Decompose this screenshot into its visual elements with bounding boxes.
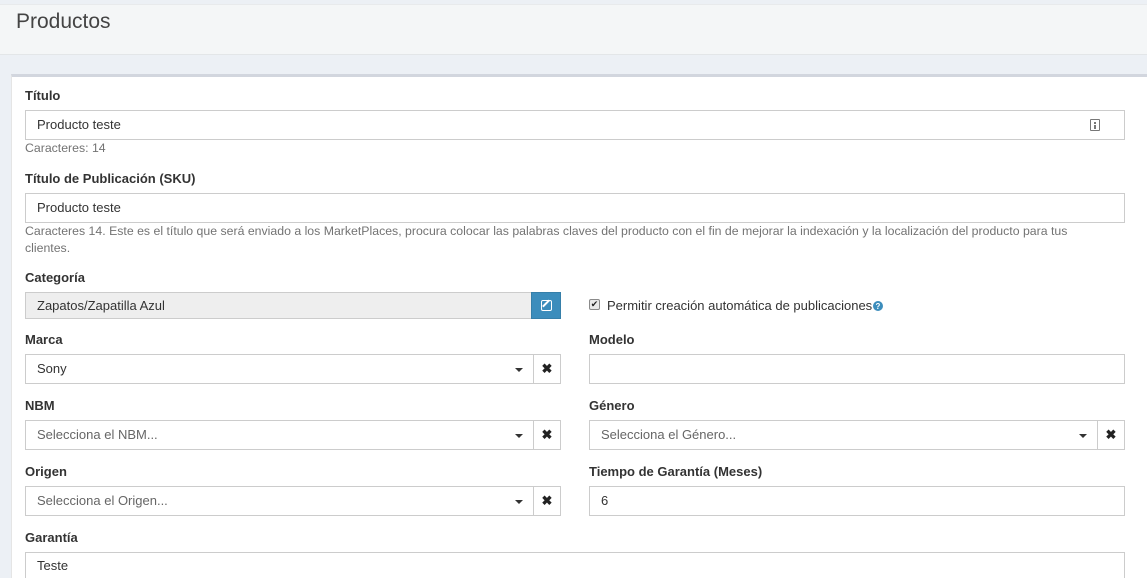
tiempo-garantia-value: 6	[601, 493, 609, 508]
close-icon: ✖	[541, 493, 553, 508]
field-info-icon[interactable]	[1090, 119, 1100, 131]
origen-clear-button[interactable]: ✖	[533, 486, 561, 516]
question-circle-icon[interactable]: ?	[873, 301, 883, 311]
categoria-value: Zapatos/Zapatilla Azul	[37, 298, 165, 313]
edit-icon	[540, 299, 552, 311]
garantia-label: Garantía	[25, 530, 78, 545]
titulo-counter: Caracteres: 14	[25, 141, 106, 155]
auto-publish-label: Permitir creación automática de publicac…	[607, 298, 873, 313]
modelo-label: Modelo	[589, 332, 635, 347]
categoria-label: Categoría	[25, 270, 85, 285]
origen-label: Origen	[25, 464, 67, 479]
titulo-publicacion-value: Producto teste	[37, 200, 121, 215]
marca-select[interactable]: Sony	[25, 354, 534, 384]
origen-placeholder: Selecciona el Origen...	[37, 493, 168, 508]
chevron-down-icon	[515, 368, 523, 372]
genero-placeholder: Selecciona el Género...	[601, 427, 737, 442]
titulo-input-value: Producto teste	[37, 117, 121, 132]
close-icon: ✖	[1105, 427, 1117, 442]
genero-clear-button[interactable]: ✖	[1097, 420, 1125, 450]
titulo-input[interactable]: Producto teste	[25, 110, 1125, 140]
origen-select[interactable]: Selecciona el Origen...	[25, 486, 534, 516]
auto-publish-checkbox[interactable]: ✔	[589, 299, 600, 310]
marca-clear-button[interactable]: ✖	[533, 354, 561, 384]
chevron-down-icon	[515, 434, 523, 438]
tiempo-garantia-input[interactable]: 6	[589, 486, 1125, 516]
categoria-input: Zapatos/Zapatilla Azul	[25, 292, 532, 319]
nbm-clear-button[interactable]: ✖	[533, 420, 561, 450]
garantia-input[interactable]: Teste	[25, 552, 1125, 578]
modelo-input[interactable]	[589, 354, 1125, 384]
marca-value: Sony	[37, 361, 67, 376]
close-icon: ✖	[541, 427, 553, 442]
titulo-publicacion-label: Título de Publicación (SKU)	[25, 171, 196, 186]
nbm-select[interactable]: Selecciona el NBM...	[25, 420, 534, 450]
close-icon: ✖	[541, 361, 553, 376]
garantia-value: Teste	[37, 558, 69, 573]
nbm-placeholder: Selecciona el NBM...	[37, 427, 158, 442]
genero-label: Género	[589, 398, 635, 413]
genero-select[interactable]: Selecciona el Género...	[589, 420, 1098, 450]
page-title: Productos	[16, 10, 111, 33]
check-icon: ✔	[590, 299, 599, 309]
chevron-down-icon	[515, 500, 523, 504]
titulo-label: Título	[25, 88, 61, 103]
nbm-label: NBM	[25, 398, 55, 413]
marca-label: Marca	[25, 332, 63, 347]
edit-category-button[interactable]	[531, 292, 561, 319]
tiempo-garantia-label: Tiempo de Garantía (Meses)	[589, 464, 763, 479]
page-header: Productos	[0, 4, 1147, 55]
titulo-publicacion-help: Caracteres 14. Este es el título que ser…	[25, 224, 1068, 255]
chevron-down-icon	[1079, 434, 1087, 438]
titulo-publicacion-input[interactable]: Producto teste	[25, 193, 1125, 223]
